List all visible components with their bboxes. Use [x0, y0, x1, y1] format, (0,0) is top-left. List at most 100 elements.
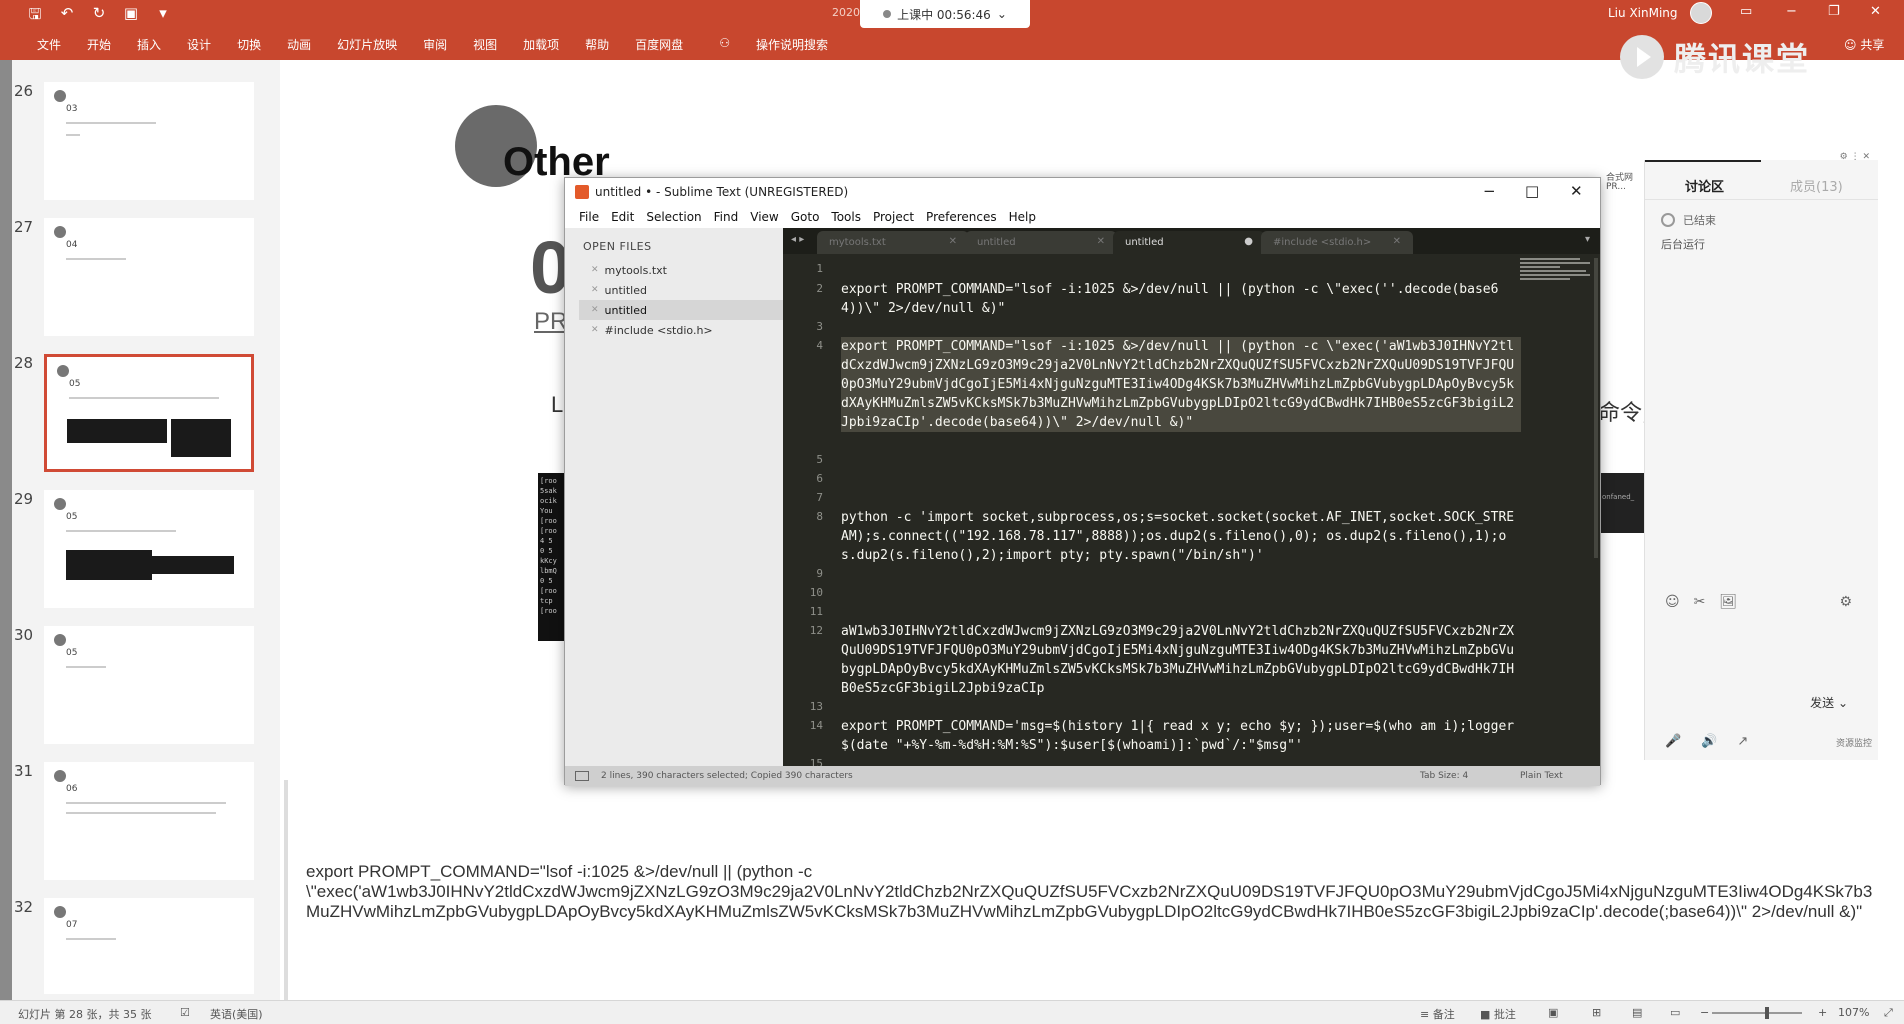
tab-discussion[interactable]: 讨论区	[1685, 176, 1724, 195]
close-icon[interactable]: ✕	[1393, 236, 1401, 247]
open-file-item-active[interactable]: ✕ untitled	[579, 300, 783, 320]
status-tab-size[interactable]: Tab Size: 4	[1420, 771, 1468, 781]
emoji-icon[interactable]: ☺	[1665, 594, 1680, 610]
menu-project[interactable]: Project	[867, 210, 920, 224]
comments-button[interactable]: ■ 批注	[1480, 1006, 1516, 1022]
save-icon[interactable]: 🖫	[26, 4, 44, 29]
code-line[interactable]: export PROMPT_COMMAND="lsof -i:1025 &>/d…	[841, 280, 1521, 318]
open-file-item[interactable]: ✕ #include <stdio.h>	[579, 320, 783, 340]
editor-scrollbar[interactable]	[1594, 258, 1598, 558]
open-file-item[interactable]: ✕ mytools.txt	[579, 260, 783, 280]
menu-selection[interactable]: Selection	[640, 210, 707, 224]
sublime-editor[interactable]: ◂ ▸ mytools.txt ✕ untitled ✕ untitled ● …	[783, 228, 1600, 768]
menu-tools[interactable]: Tools	[825, 210, 867, 224]
sublime-titlebar[interactable]: untitled • - Sublime Text (UNREGISTERED)…	[565, 178, 1600, 206]
slide-thumbnail-selected[interactable]: 05	[44, 354, 254, 472]
slide-thumbnail[interactable]: 03	[44, 82, 254, 200]
editor-tab-active[interactable]: untitled ●	[1113, 231, 1265, 254]
zoom-level[interactable]: 107%	[1838, 1006, 1869, 1019]
modified-dot-icon[interactable]: ●	[1244, 236, 1253, 247]
menu-view[interactable]: 视图	[460, 36, 510, 53]
menu-slideshow[interactable]: 幻灯片放映	[324, 36, 410, 53]
thumbnail-scrollbar[interactable]	[284, 780, 288, 1020]
close-icon[interactable]: ✕	[1570, 182, 1583, 200]
code-line[interactable]: export PROMPT_COMMAND='msg=$(history 1|{…	[841, 717, 1521, 755]
menu-find[interactable]: Find	[708, 210, 745, 224]
menu-transitions[interactable]: 切换	[224, 36, 274, 53]
menu-view[interactable]: View	[744, 210, 784, 224]
close-icon[interactable]: ✕	[1097, 236, 1105, 247]
close-icon[interactable]: ✕	[591, 285, 599, 295]
menu-help[interactable]: Help	[1003, 210, 1042, 224]
image-icon[interactable]: 🖼	[1719, 594, 1737, 610]
menu-file[interactable]: 文件	[24, 36, 74, 53]
editor-tab[interactable]: untitled ✕	[965, 231, 1117, 254]
present-icon[interactable]: ▣	[122, 4, 140, 29]
speaker-icon[interactable]: 🔊	[1701, 734, 1717, 749]
monitor-icon[interactable]	[575, 771, 589, 781]
accessibility-icon[interactable]: ☑	[180, 1006, 190, 1019]
maximize-icon[interactable]: □	[1525, 182, 1539, 200]
menu-file[interactable]: File	[573, 210, 605, 224]
minimize-icon[interactable]: −	[1786, 4, 1797, 19]
undo-icon[interactable]: ↶	[58, 4, 76, 29]
restore-icon[interactable]: ❐	[1828, 4, 1840, 19]
menu-animations[interactable]: 动画	[274, 36, 324, 53]
status-syntax[interactable]: Plain Text	[1520, 771, 1563, 781]
send-button[interactable]: 发送 ⌄	[1810, 694, 1848, 711]
slide-thumbnail[interactable]: 06	[44, 762, 254, 880]
open-file-item[interactable]: ✕ untitled	[579, 280, 783, 300]
menu-baidu-netdisk[interactable]: 百度网盘	[622, 36, 696, 53]
zoom-slider[interactable]	[1712, 1012, 1802, 1014]
zoom-out-icon[interactable]: −	[1700, 1006, 1709, 1019]
tab-nav-arrows-icon[interactable]: ◂ ▸	[791, 234, 804, 245]
scissors-icon[interactable]: ✂	[1694, 594, 1706, 610]
normal-view-icon[interactable]: ▣	[1548, 1006, 1558, 1019]
slide-thumbnail[interactable]: 04	[44, 218, 254, 336]
close-icon[interactable]: ✕	[591, 305, 599, 315]
menu-goto[interactable]: Goto	[785, 210, 826, 224]
menu-review[interactable]: 审阅	[410, 36, 460, 53]
code-line[interactable]: aW1wb3J0IHNvY2tldCxzdWJwcm9jZXNzLG9zO3M9…	[841, 622, 1521, 698]
menu-help[interactable]: 帮助	[572, 36, 622, 53]
menu-design[interactable]: 设计	[174, 36, 224, 53]
close-icon[interactable]: ✕	[1870, 4, 1881, 19]
language-indicator[interactable]: 英语(美国)	[210, 1006, 263, 1022]
live-timer[interactable]: 上课中 00:56:46 ⌄	[860, 0, 1030, 28]
zoom-slider-handle[interactable]	[1765, 1007, 1769, 1019]
redo-icon[interactable]: ↻	[90, 4, 108, 29]
menu-edit[interactable]: Edit	[605, 210, 640, 224]
notes-button[interactable]: ≡ 备注	[1420, 1006, 1455, 1022]
microphone-icon[interactable]: 🎤	[1665, 734, 1681, 749]
close-icon[interactable]: ✕	[591, 325, 599, 335]
share-button[interactable]: ☺ 共享	[1844, 36, 1884, 53]
minimap[interactable]	[1520, 258, 1590, 298]
ribbon-display-icon[interactable]: ▭	[1740, 4, 1752, 19]
editor-tab[interactable]: mytools.txt ✕	[817, 231, 969, 254]
slideshow-icon[interactable]: ▭	[1670, 1006, 1680, 1019]
menu-tell-me[interactable]: 操作说明搜索	[743, 36, 841, 53]
tab-members[interactable]: 成员(13)	[1790, 176, 1843, 195]
customize-icon[interactable]: ▾	[154, 4, 172, 29]
resource-monitor[interactable]: 资源监控	[1836, 736, 1872, 749]
menu-preferences[interactable]: Preferences	[920, 210, 1003, 224]
code-line-selected[interactable]: export PROMPT_COMMAND="lsof -i:1025 &>/d…	[841, 337, 1521, 432]
tab-dropdown-icon[interactable]: ▾	[1585, 234, 1590, 245]
settings-icon[interactable]: ⚙	[1839, 594, 1852, 610]
menu-addins[interactable]: 加载项	[510, 36, 572, 53]
close-icon[interactable]: ✕	[949, 236, 957, 247]
menu-home[interactable]: 开始	[74, 36, 124, 53]
background-run-label[interactable]: 后台运行	[1661, 236, 1705, 252]
code-line[interactable]: python -c 'import socket,subprocess,os;s…	[841, 508, 1521, 565]
zoom-in-icon[interactable]: +	[1818, 1006, 1827, 1019]
slide-thumbnail[interactable]: 05	[44, 626, 254, 744]
more-icon[interactable]: ⚙ ⋮ ✕	[1840, 152, 1870, 162]
slide-sorter-icon[interactable]: ⊞	[1592, 1006, 1601, 1019]
slide-thumbnail[interactable]: 05	[44, 490, 254, 608]
avatar[interactable]	[1690, 2, 1712, 24]
close-icon[interactable]: ✕	[591, 265, 599, 275]
reading-view-icon[interactable]: ▤	[1632, 1006, 1642, 1019]
menu-insert[interactable]: 插入	[124, 36, 174, 53]
minimize-icon[interactable]: −	[1483, 182, 1496, 200]
slide-thumbnail[interactable]: 07	[44, 898, 254, 994]
